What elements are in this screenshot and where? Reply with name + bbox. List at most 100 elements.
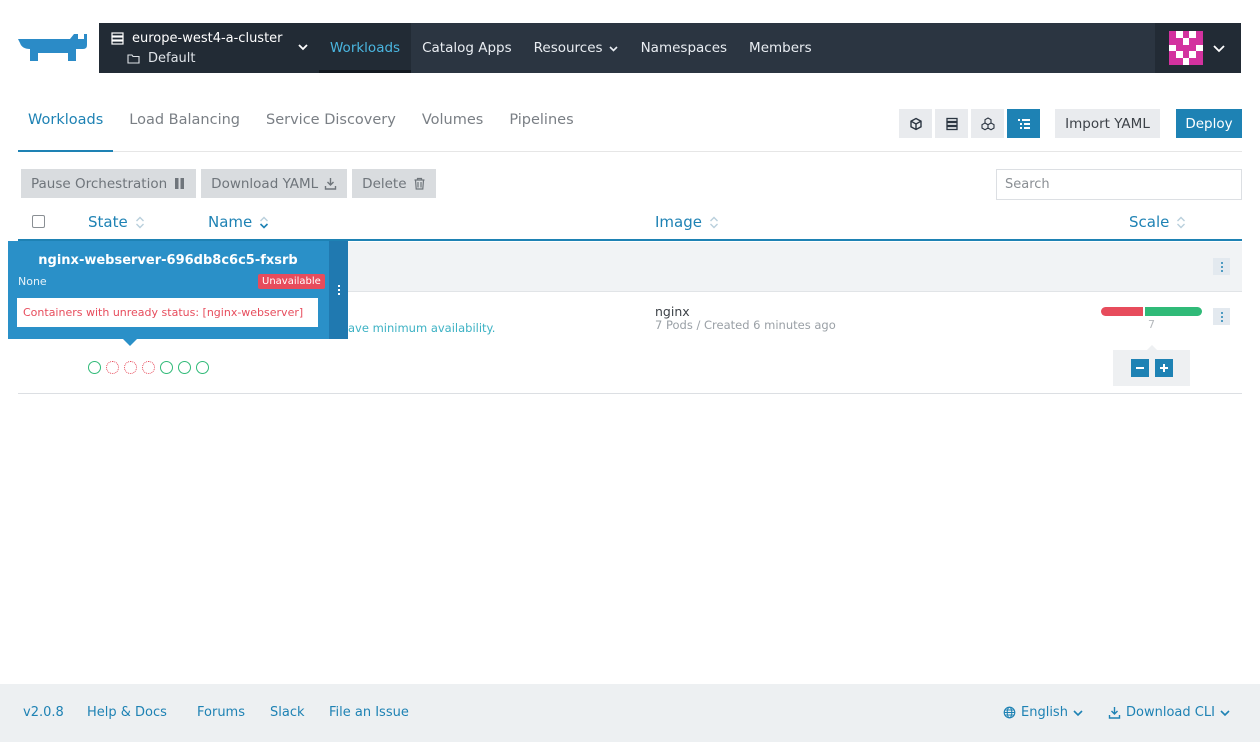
avatar-cell: [1189, 58, 1197, 65]
avatar-cell: [1182, 31, 1190, 38]
cluster-project-switcher[interactable]: europe-west4-a-cluster Default: [99, 23, 319, 73]
globe-icon: [1003, 706, 1016, 719]
sort-icon: [1177, 216, 1186, 228]
scale-down-button[interactable]: [1130, 359, 1149, 377]
avatar-cell: [1182, 58, 1190, 65]
nav-resources[interactable]: Resources: [523, 23, 630, 73]
plus-icon: [1159, 364, 1168, 372]
group-actions-menu[interactable]: [1213, 258, 1230, 275]
version-link[interactable]: v2.0.8: [23, 705, 64, 720]
user-menu[interactable]: [1155, 23, 1241, 73]
pod-name: nginx-webserver-696db8c6c5-fxsrb: [38, 253, 298, 268]
indent-list-icon: [1017, 118, 1030, 129]
file-issue-link[interactable]: File an Issue: [329, 705, 409, 720]
server-icon: [111, 32, 124, 45]
download-yaml-label: Download YAML: [211, 175, 319, 192]
avatar-cell: [1175, 31, 1183, 38]
pod-unavailable-dot[interactable]: [124, 361, 137, 374]
chevron-down-icon: [1213, 45, 1225, 53]
download-yaml-button[interactable]: Download YAML: [201, 169, 348, 198]
pod-running-dot[interactable]: [178, 361, 191, 374]
tab-service-discovery[interactable]: Service Discovery: [256, 104, 406, 152]
pod-running-dot[interactable]: [196, 361, 209, 374]
footer: v2.0.8 Help & Docs Forums Slack File an …: [0, 684, 1260, 742]
pod-running-dot[interactable]: [160, 361, 173, 374]
row-actions-menu[interactable]: [1213, 308, 1230, 325]
tab-pipelines[interactable]: Pipelines: [499, 104, 583, 152]
kebab-dot-icon: [1220, 269, 1223, 272]
avatar-cell: [1175, 44, 1183, 52]
download-cli-menu[interactable]: Download CLI: [1108, 705, 1231, 720]
avatar-cell: [1169, 51, 1176, 59]
view-list-button[interactable]: [935, 109, 968, 138]
scale-up-button[interactable]: [1154, 359, 1173, 377]
tab-workloads[interactable]: Workloads: [18, 104, 114, 152]
avatar-cell: [1169, 37, 1176, 45]
nav-resources-label: Resources: [533, 40, 603, 56]
nav-members-label: Members: [749, 40, 812, 56]
pause-orchestration-button[interactable]: Pause Orchestration: [21, 169, 197, 198]
slack-link[interactable]: Slack: [270, 705, 305, 720]
delete-label: Delete: [362, 175, 407, 192]
view-node-button[interactable]: [899, 109, 932, 138]
kebab-dot-icon: [1220, 311, 1223, 314]
workload-status-detail: ave minimum availability.: [348, 321, 496, 335]
kebab-dot-icon: [1220, 265, 1223, 268]
avatar-cell: [1196, 44, 1203, 52]
column-state-label: State: [88, 213, 128, 231]
pod-running-dot[interactable]: [88, 361, 101, 374]
sort-icon: [135, 216, 144, 228]
column-name[interactable]: Name: [208, 213, 269, 231]
tab-load-balancing[interactable]: Load Balancing: [119, 104, 250, 152]
kebab-dot-icon: [337, 289, 340, 291]
trash-icon: [414, 177, 425, 190]
deploy-button[interactable]: Deploy: [1176, 109, 1242, 138]
nav-catalog-apps[interactable]: Catalog Apps: [411, 23, 523, 73]
kebab-dot-icon: [1220, 315, 1223, 318]
avatar-cell: [1182, 51, 1190, 59]
chevron-down-icon: [298, 44, 308, 51]
import-yaml-button[interactable]: Import YAML: [1055, 109, 1160, 138]
scale-bar-available: [1145, 307, 1202, 316]
pod-unavailable-dot[interactable]: [142, 361, 155, 374]
download-cli-label: Download CLI: [1126, 705, 1215, 720]
view-namespace-button[interactable]: [1007, 109, 1040, 138]
scale-count: 7: [1148, 318, 1155, 331]
avatar-cell: [1189, 44, 1197, 52]
tab-volumes[interactable]: Volumes: [412, 104, 493, 152]
nav-workloads[interactable]: Workloads: [319, 23, 412, 73]
scale-controls: [1113, 345, 1190, 386]
search-input[interactable]: [996, 169, 1242, 200]
pod-unavailable-dot[interactable]: [106, 361, 119, 374]
workload-image-meta: 7 Pods / Created 6 minutes ago: [655, 318, 836, 332]
language-selector[interactable]: English: [1003, 705, 1084, 720]
pod-actions-menu[interactable]: [329, 241, 348, 339]
avatar-cell: [1169, 31, 1176, 38]
minus-icon: [1135, 367, 1144, 369]
column-image[interactable]: Image: [655, 213, 719, 231]
column-scale-label: Scale: [1129, 213, 1170, 231]
avatar-cell: [1175, 51, 1183, 59]
server-icon: [945, 117, 958, 130]
cube-icon: [909, 117, 922, 130]
avatar-cell: [1169, 58, 1176, 65]
help-docs-link[interactable]: Help & Docs: [87, 705, 167, 720]
language-label: English: [1021, 705, 1068, 720]
kebab-dot-icon: [337, 285, 340, 287]
column-state[interactable]: State: [88, 213, 145, 231]
nav-members[interactable]: Members: [738, 23, 823, 73]
avatar-cell: [1196, 31, 1203, 38]
forums-link[interactable]: Forums: [197, 705, 245, 720]
select-all-checkbox[interactable]: [32, 215, 45, 228]
column-scale[interactable]: Scale: [1129, 213, 1186, 231]
chevron-down-icon: [1073, 709, 1083, 716]
nav-namespaces[interactable]: Namespaces: [630, 23, 738, 73]
avatar-cell: [1175, 37, 1183, 45]
view-group-button[interactable]: [971, 109, 1004, 138]
avatar-cell: [1189, 37, 1197, 45]
column-name-label: Name: [208, 213, 253, 231]
rancher-logo[interactable]: [18, 31, 88, 65]
delete-button[interactable]: Delete: [352, 169, 436, 198]
kebab-dot-icon: [1220, 319, 1223, 322]
pod-tooltip: nginx-webserver-696db8c6c5-fxsrb None Un…: [8, 241, 348, 346]
